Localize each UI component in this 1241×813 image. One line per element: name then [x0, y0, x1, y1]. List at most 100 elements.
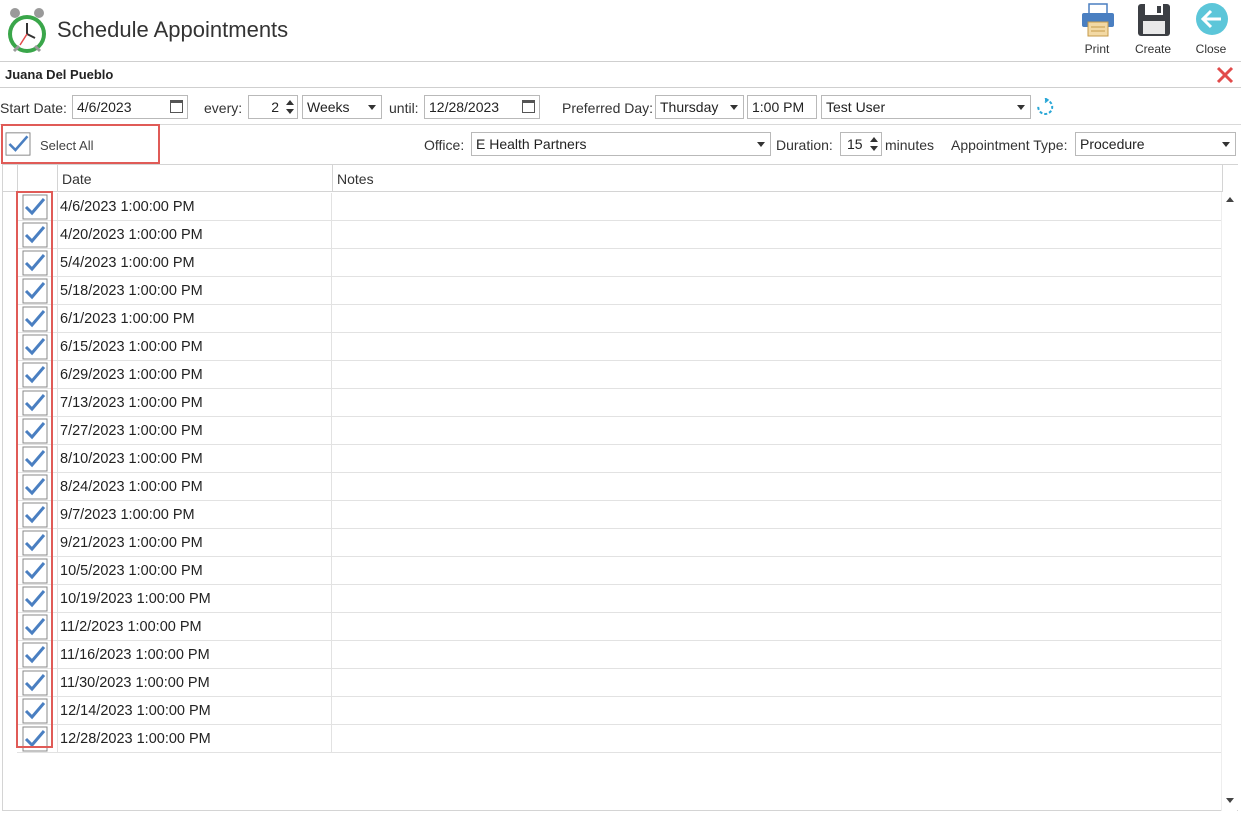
close-label: Close — [1195, 42, 1227, 56]
cell-separator — [331, 445, 332, 473]
row-date: 8/24/2023 1:00:00 PM — [60, 479, 203, 495]
table-row[interactable]: 7/13/2023 1:00:00 PM — [17, 389, 1223, 417]
row-date: 11/30/2023 1:00:00 PM — [60, 675, 210, 691]
divider — [0, 124, 1241, 125]
appointment-type-value: Procedure — [1080, 136, 1145, 152]
row-date: 4/6/2023 1:00:00 PM — [60, 199, 195, 215]
cell-separator — [57, 193, 58, 221]
every-stepper[interactable]: 2 — [248, 95, 298, 119]
row-date: 9/7/2023 1:00:00 PM — [60, 507, 195, 523]
table-row[interactable]: 6/29/2023 1:00:00 PM — [17, 361, 1223, 389]
duration-value: 15 — [847, 136, 863, 152]
page-title: Schedule Appointments — [57, 17, 289, 42]
calendar-icon[interactable] — [522, 100, 535, 113]
row-date: 7/27/2023 1:00:00 PM — [60, 423, 203, 439]
close-button[interactable]: Close — [1186, 2, 1236, 58]
cell-separator — [331, 389, 332, 417]
time-field[interactable]: 1:00 PM — [747, 95, 817, 119]
refresh-icon — [1037, 97, 1054, 115]
scroll-down-icon[interactable] — [1226, 798, 1234, 803]
calendar-icon[interactable] — [170, 100, 183, 113]
print-button[interactable]: Print — [1072, 2, 1122, 58]
row-date: 4/20/2023 1:00:00 PM — [60, 227, 203, 243]
chevron-down-icon — [1017, 105, 1025, 110]
office-select[interactable]: E Health Partners — [471, 132, 771, 156]
stepper-arrows-icon[interactable] — [869, 135, 879, 153]
header-spacer — [3, 165, 18, 192]
select-all-checkbox[interactable]: Select All — [5, 130, 155, 160]
until-date-field[interactable]: 12/28/2023 — [424, 95, 540, 119]
alarm-clock-icon — [8, 8, 46, 53]
row-date: 12/28/2023 1:00:00 PM — [60, 731, 211, 747]
user-value: Test User — [826, 99, 886, 115]
duration-label: Duration: — [776, 137, 833, 153]
start-date-value: 4/6/2023 — [77, 99, 132, 115]
table-row[interactable]: 4/20/2023 1:00:00 PM — [17, 221, 1223, 249]
until-date-value: 12/28/2023 — [429, 99, 500, 115]
cell-separator — [57, 641, 58, 669]
preferred-day-label: Preferred Day: — [562, 100, 654, 116]
clear-patient-button[interactable] — [1215, 65, 1235, 85]
appointment-type-select[interactable]: Procedure — [1075, 132, 1236, 156]
create-button[interactable]: Create — [1128, 2, 1178, 58]
cell-separator — [331, 417, 332, 445]
table-row[interactable]: 5/4/2023 1:00:00 PM — [17, 249, 1223, 277]
table-row[interactable]: 11/2/2023 1:00:00 PM — [17, 613, 1223, 641]
table-row[interactable]: 11/16/2023 1:00:00 PM — [17, 641, 1223, 669]
table-row[interactable]: 10/5/2023 1:00:00 PM — [17, 557, 1223, 585]
start-date-field[interactable]: 4/6/2023 — [72, 95, 188, 119]
cell-separator — [331, 277, 332, 305]
table-row[interactable]: 10/19/2023 1:00:00 PM — [17, 585, 1223, 613]
table-row[interactable]: 8/10/2023 1:00:00 PM — [17, 445, 1223, 473]
row-date: 8/10/2023 1:00:00 PM — [60, 451, 203, 467]
cell-separator — [331, 193, 332, 221]
app-logo — [5, 4, 49, 56]
cell-separator — [331, 221, 332, 249]
checkbox-checked-icon — [5, 132, 31, 156]
cell-separator — [331, 501, 332, 529]
column-header-notes[interactable]: Notes — [333, 165, 1223, 192]
cell-separator — [331, 333, 332, 361]
cell-separator — [331, 669, 332, 697]
preferred-day-select[interactable]: Thursday — [655, 95, 744, 119]
table-row[interactable]: 6/1/2023 1:00:00 PM — [17, 305, 1223, 333]
until-label: until: — [389, 100, 419, 116]
printer-icon — [1082, 3, 1114, 37]
table-row[interactable]: 5/18/2023 1:00:00 PM — [17, 277, 1223, 305]
close-icon — [1216, 66, 1234, 84]
column-header-date[interactable]: Date — [58, 165, 333, 192]
cell-separator — [57, 445, 58, 473]
table-row[interactable]: 9/21/2023 1:00:00 PM — [17, 529, 1223, 557]
stepper-arrows-icon[interactable] — [285, 98, 295, 116]
duration-stepper[interactable]: 15 — [840, 132, 882, 156]
cell-separator — [331, 697, 332, 725]
cell-separator — [57, 221, 58, 249]
table-row[interactable]: 12/28/2023 1:00:00 PM — [17, 725, 1223, 753]
chevron-down-icon — [1222, 142, 1230, 147]
chevron-down-icon — [730, 105, 738, 110]
vertical-scrollbar[interactable] — [1221, 192, 1237, 811]
cell-separator — [57, 333, 58, 361]
table-row[interactable]: 9/7/2023 1:00:00 PM — [17, 501, 1223, 529]
table-row[interactable]: 6/15/2023 1:00:00 PM — [17, 333, 1223, 361]
start-date-label: Start Date: — [0, 100, 67, 116]
table-row[interactable]: 4/6/2023 1:00:00 PM — [17, 193, 1223, 221]
back-arrow-icon — [1196, 3, 1228, 35]
user-select[interactable]: Test User — [821, 95, 1031, 119]
table-row[interactable]: 7/27/2023 1:00:00 PM — [17, 417, 1223, 445]
refresh-button[interactable] — [1036, 97, 1054, 116]
table-row[interactable]: 8/24/2023 1:00:00 PM — [17, 473, 1223, 501]
row-date: 11/2/2023 1:00:00 PM — [60, 619, 202, 635]
cell-separator — [57, 389, 58, 417]
cell-separator — [331, 585, 332, 613]
row-date: 11/16/2023 1:00:00 PM — [60, 647, 210, 663]
office-value: E Health Partners — [476, 136, 587, 152]
every-label: every: — [204, 100, 243, 116]
table-row[interactable]: 11/30/2023 1:00:00 PM — [17, 669, 1223, 697]
table-row[interactable]: 12/14/2023 1:00:00 PM — [17, 697, 1223, 725]
interval-unit-select[interactable]: Weeks — [302, 95, 382, 119]
scroll-up-icon[interactable] — [1226, 197, 1234, 202]
row-date: 6/1/2023 1:00:00 PM — [60, 311, 195, 327]
cell-separator — [57, 613, 58, 641]
cell-separator — [57, 529, 58, 557]
